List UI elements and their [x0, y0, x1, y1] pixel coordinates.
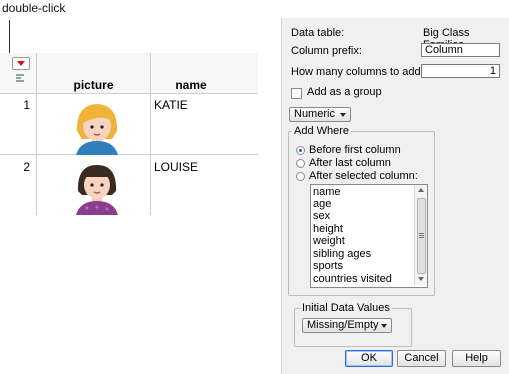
radio-label: After last column: [309, 157, 391, 169]
help-button[interactable]: Help: [452, 350, 501, 367]
radio-after-last-column[interactable]: [296, 159, 305, 168]
columns-to-add-label: How many columns to add:: [291, 66, 424, 78]
columns-listbox[interactable]: name age sex height weight sibling ages …: [310, 184, 428, 288]
list-item[interactable]: sports: [313, 260, 343, 272]
data-table-label: Data table:: [291, 27, 345, 39]
radio-label: Before first column: [309, 144, 401, 156]
columns-to-add-input[interactable]: 1: [421, 64, 500, 78]
girl-dark-hair-avatar-icon: [72, 161, 122, 215]
add-as-group-label: Add as a group: [307, 86, 382, 98]
initial-values-value: Missing/Empty: [307, 319, 379, 331]
column-prefix-input[interactable]: Column: [421, 43, 500, 57]
list-item[interactable]: weight: [313, 235, 345, 247]
row-number[interactable]: 2: [4, 160, 30, 174]
add-as-group-checkbox[interactable]: [291, 88, 302, 99]
scroll-down-icon[interactable]: [418, 277, 424, 281]
column-header-name[interactable]: name: [151, 78, 231, 92]
chevron-down-icon: [340, 113, 346, 117]
list-item[interactable]: sex: [313, 210, 330, 222]
list-item[interactable]: name: [313, 186, 341, 198]
cancel-button[interactable]: Cancel: [397, 350, 446, 367]
list-item[interactable]: sibling ages: [313, 248, 371, 260]
initial-values-title: Initial Data Values: [300, 302, 392, 314]
initial-values-select[interactable]: Missing/Empty: [302, 318, 392, 333]
table-menu-button[interactable]: [12, 57, 30, 70]
table-cell-name[interactable]: LOUISE: [154, 160, 198, 174]
scroll-up-icon[interactable]: [418, 188, 424, 192]
radio-after-selected-column[interactable]: [296, 172, 305, 181]
chevron-down-icon: [381, 324, 387, 328]
column-prefix-label: Column prefix:: [291, 45, 362, 57]
row-state-icon: [16, 74, 26, 83]
data-type-select[interactable]: Numeric: [289, 107, 351, 122]
annotation-label: double-click: [2, 1, 66, 15]
new-columns-dialog: Data table: Big Class Families Column pr…: [281, 18, 509, 374]
data-type-value: Numeric: [294, 108, 335, 120]
ok-button[interactable]: OK: [345, 350, 393, 367]
table-cell-name[interactable]: KATIE: [154, 98, 188, 112]
data-table: picture name 1 KATIE 2 LOUISE: [0, 53, 258, 215]
list-item[interactable]: countries visited: [313, 273, 392, 285]
row-number[interactable]: 1: [4, 98, 30, 112]
column-header-picture[interactable]: picture: [37, 78, 150, 92]
add-where-title: Add Where: [292, 125, 352, 137]
listbox-scrollbar[interactable]: [414, 185, 427, 285]
radio-label: After selected column:: [309, 170, 418, 182]
list-item[interactable]: height: [313, 223, 343, 235]
list-item[interactable]: age: [313, 198, 331, 210]
girl-blonde-avatar-icon: [72, 99, 122, 155]
scrollbar-thumb[interactable]: [417, 198, 426, 274]
radio-before-first-column[interactable]: [296, 146, 305, 155]
